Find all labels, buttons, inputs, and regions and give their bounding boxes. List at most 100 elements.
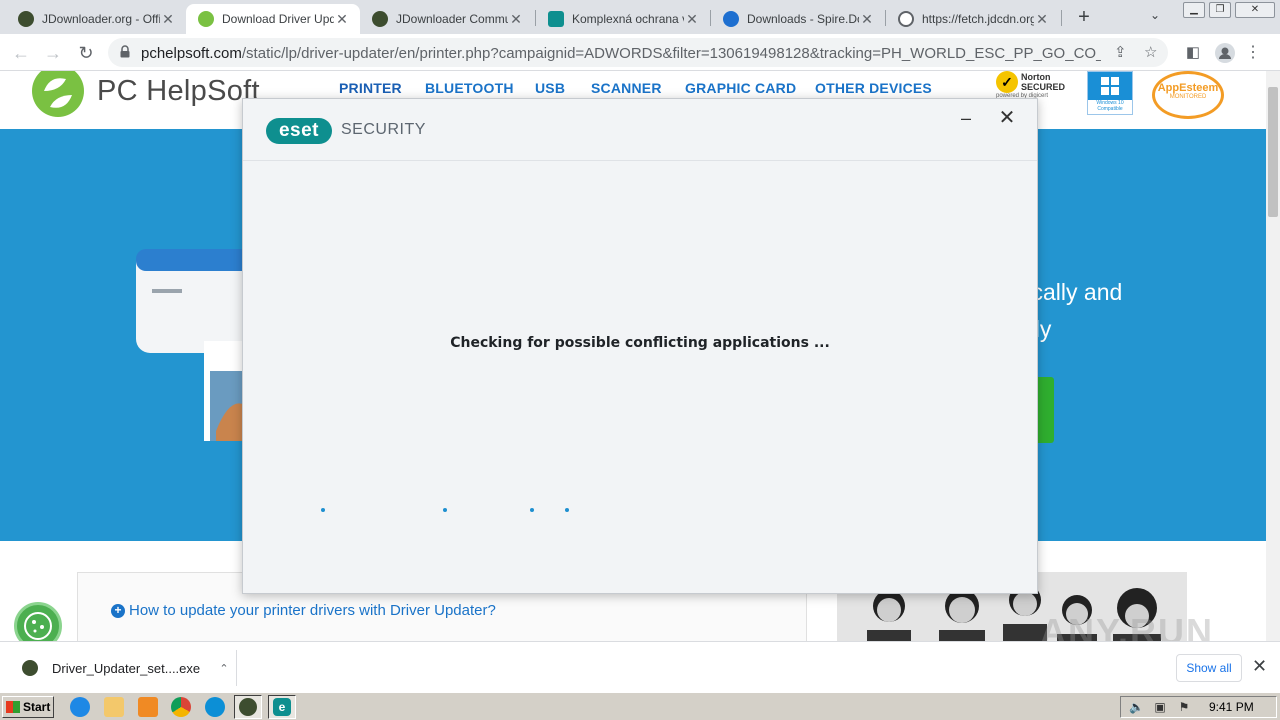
chevron-up-icon[interactable]: ⌃: [214, 662, 234, 675]
reload-icon[interactable]: ↻: [73, 40, 99, 66]
progress-dot: [530, 508, 534, 512]
nav-other-devices[interactable]: OTHER DEVICES: [815, 80, 932, 96]
address-bar[interactable]: pchelpsoft.com/static/lp/driver-updater/…: [108, 38, 1168, 67]
taskbar-eset-active[interactable]: e: [268, 695, 296, 719]
tab-title: JDownloader.org - Offi: [42, 12, 160, 26]
taskbar-clock[interactable]: 9:41 PM: [1209, 700, 1254, 714]
norton-check-icon: ✓: [996, 71, 1018, 93]
back-arrow-icon[interactable]: ←: [8, 40, 34, 66]
scrollbar-thumb[interactable]: [1268, 87, 1278, 217]
start-button[interactable]: Start: [2, 696, 54, 718]
appesteem-label: AppEsteem: [1157, 82, 1219, 94]
windows-badge-label: Windows 10 Compatible: [1096, 100, 1124, 112]
page-scrollbar[interactable]: [1266, 71, 1280, 641]
nav-bluetooth[interactable]: BLUETOOTH: [425, 80, 514, 96]
windows-10-badge: Windows 10 Compatible: [1087, 71, 1133, 115]
url-domain: pchelpsoft.com: [141, 45, 242, 62]
tab-jdownloader-official[interactable]: JDownloader.org - Offi ✕: [6, 4, 186, 34]
windows-taskbar: Start e 🔈 ▣ ⚑ 9:41 PM: [0, 692, 1280, 720]
close-shelf-icon[interactable]: ✕: [1252, 656, 1267, 677]
volume-icon[interactable]: 🔈: [1129, 700, 1144, 714]
pchelpsoft-logo-icon[interactable]: [30, 71, 86, 119]
window-restore-button[interactable]: ❐: [1209, 2, 1231, 18]
tab-close-icon[interactable]: ✕: [508, 11, 524, 28]
nav-usb[interactable]: USB: [535, 80, 565, 96]
eset-status-text: Checking for possible conflicting applic…: [450, 335, 830, 351]
window-close-button[interactable]: ✕: [1235, 2, 1275, 18]
eset-taskbar-icon: e: [273, 698, 291, 716]
faq-link[interactable]: + How to update your printer drivers wit…: [111, 602, 496, 619]
forward-arrow-icon[interactable]: →: [40, 40, 66, 66]
tab-title: Downloads - Spire.Doc: [747, 12, 859, 26]
eset-minimize-button[interactable]: –: [955, 109, 977, 131]
chrome-icon[interactable]: [171, 697, 191, 717]
eset-favicon-icon: [548, 11, 564, 27]
share-icon[interactable]: ⇪: [1114, 43, 1127, 61]
appesteem-sub-label: MONITORED: [1169, 94, 1207, 100]
eset-title-bar[interactable]: eset SECURITY – ✕: [243, 99, 1037, 161]
tab-close-icon[interactable]: ✕: [160, 11, 176, 28]
internet-explorer-icon[interactable]: [70, 697, 90, 717]
new-tab-button[interactable]: +: [1072, 6, 1096, 30]
faq-link-text: How to update your printer drivers with …: [129, 602, 496, 619]
windows-flag-icon: [6, 701, 20, 713]
show-all-button[interactable]: Show all: [1176, 654, 1242, 682]
eset-close-button[interactable]: ✕: [996, 107, 1018, 129]
media-player-icon[interactable]: [138, 697, 158, 717]
tab-title: Komplexná ochrana vá: [572, 12, 684, 26]
appesteem-badge: AppEsteem MONITORED: [1152, 71, 1224, 119]
tab-spire-doc[interactable]: Downloads - Spire.Doc ✕: [711, 4, 885, 34]
taskbar-jdownloader-active[interactable]: [234, 695, 262, 719]
tab-close-icon[interactable]: ✕: [334, 11, 350, 28]
jdownloader-favicon-icon: [18, 11, 34, 27]
side-panel-icon[interactable]: ◧: [1180, 40, 1206, 66]
flag-icon[interactable]: ⚑: [1177, 700, 1191, 714]
start-label: Start: [23, 700, 51, 714]
edge-icon[interactable]: [205, 697, 225, 717]
tab-title: https://fetch.jdcdn.org: [922, 12, 1034, 26]
shelf-divider: [236, 650, 237, 686]
nav-scanner[interactable]: SCANNER: [591, 80, 662, 96]
network-icon[interactable]: ▣: [1153, 700, 1167, 714]
windows-logo-icon: [1088, 72, 1132, 100]
jdownloader-file-icon: [22, 660, 38, 676]
url-text: pchelpsoft.com/static/lp/driver-updater/…: [141, 45, 1101, 62]
window-minimize-button[interactable]: ▁: [1183, 2, 1205, 18]
tab-driver-updater[interactable]: Download Driver Updat ✕: [186, 4, 360, 34]
eset-product-label: SECURITY: [341, 121, 426, 138]
bookmark-star-icon[interactable]: ☆: [1144, 43, 1157, 61]
tab-search-chevron-icon[interactable]: ⌄: [1150, 8, 1160, 22]
url-path: /static/lp/driver-updater/en/printer.php…: [241, 45, 1101, 62]
tab-close-icon[interactable]: ✕: [684, 11, 700, 28]
tab-close-icon[interactable]: ✕: [859, 11, 875, 28]
progress-dot: [321, 508, 325, 512]
tab-title: Download Driver Updat: [222, 12, 334, 26]
tab-strip: JDownloader.org - Offi ✕ Download Driver…: [0, 0, 1280, 34]
plus-circle-icon: +: [111, 603, 125, 618]
browser-toolbar: ← → ↻ pchelpsoft.com/static/lp/driver-up…: [0, 34, 1280, 71]
norton-secured-badge: ✓ Norton SECURED powered by digicert: [996, 71, 1066, 99]
download-item[interactable]: Driver_Updater_set....exe ⌃: [18, 651, 234, 685]
download-shelf: Driver_Updater_set....exe ⌃ Show all ✕: [0, 641, 1280, 692]
progress-dot: [565, 508, 569, 512]
jdownloader-icon: [239, 698, 257, 716]
globe-icon: [898, 11, 914, 27]
progress-dot: [443, 508, 447, 512]
lock-icon: [120, 45, 130, 58]
tab-eset-komplexna[interactable]: Komplexná ochrana vá ✕: [536, 4, 710, 34]
menu-kebab-icon[interactable]: ⋮: [1240, 40, 1266, 66]
download-file-name: Driver_Updater_set....exe: [52, 660, 201, 676]
site-logo-text[interactable]: PC HelpSoft: [97, 75, 260, 108]
pchelpsoft-favicon-icon: [198, 11, 214, 27]
cookie-settings-icon[interactable]: [14, 602, 62, 641]
tab-fetch-jdcdn[interactable]: https://fetch.jdcdn.org ✕: [886, 4, 1060, 34]
tab-close-icon[interactable]: ✕: [1034, 11, 1050, 28]
system-tray: 🔈 ▣ ⚑ 9:41 PM: [1120, 696, 1277, 718]
nav-graphic-card[interactable]: GRAPHIC CARD: [685, 80, 796, 96]
tab-title: JDownloader Communi: [396, 12, 508, 26]
file-explorer-icon[interactable]: [104, 697, 124, 717]
norton-label: Norton SECURED: [1021, 72, 1066, 92]
tab-jdownloader-community[interactable]: JDownloader Communi ✕: [360, 4, 534, 34]
spire-favicon-icon: [723, 11, 739, 27]
profile-avatar-icon[interactable]: [1212, 40, 1238, 66]
